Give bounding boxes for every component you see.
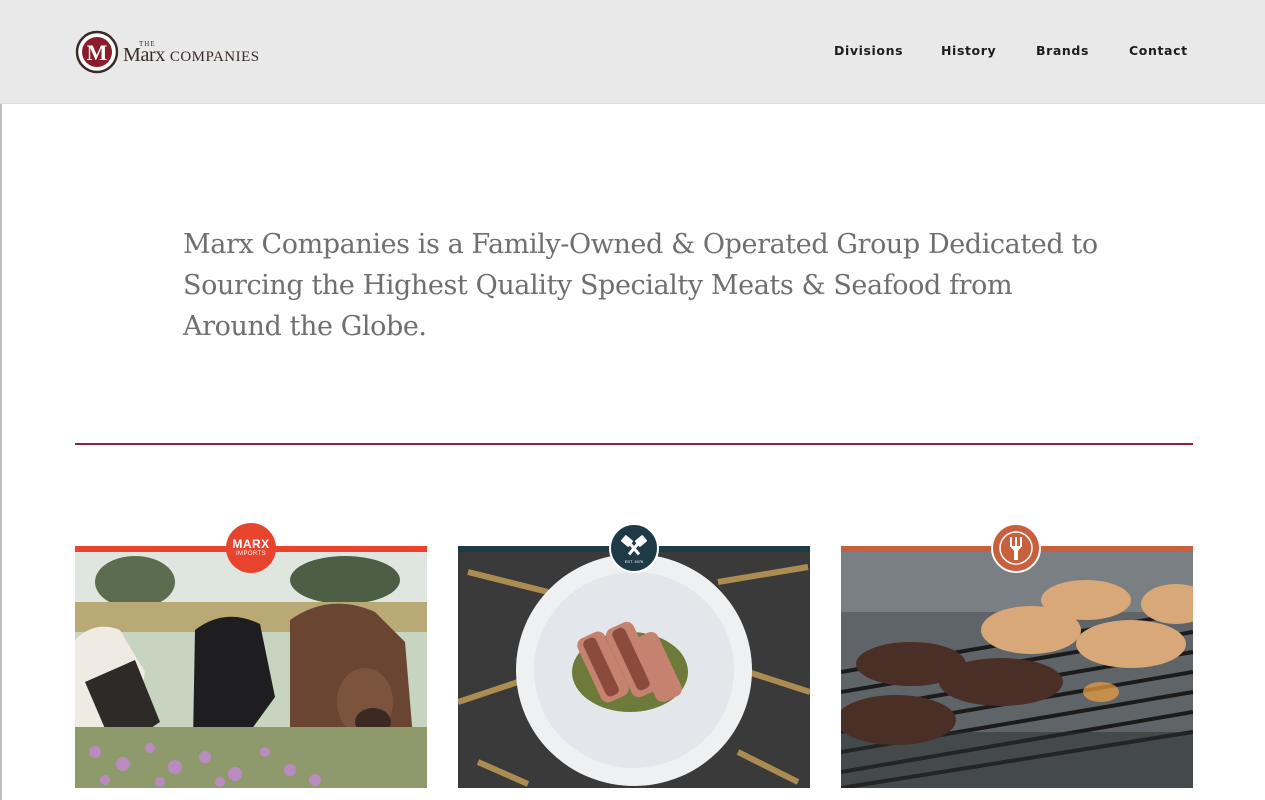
nav-contact[interactable]: Contact	[1129, 43, 1188, 58]
intro-statement: Marx Companies is a Family-Owned & Opera…	[183, 229, 1098, 342]
nav-history[interactable]: History	[941, 43, 996, 58]
grill-photo	[841, 552, 1193, 788]
nav-brands[interactable]: Brands	[1036, 43, 1089, 58]
crossed-cleavers-badge[interactable]: EST. 1976	[609, 523, 659, 573]
fork-badge[interactable]	[991, 523, 1041, 573]
cattle-photo	[75, 552, 427, 788]
division-card-marx-imports[interactable]	[75, 546, 427, 788]
plated-meat-photo	[458, 552, 810, 788]
division-card-restaurant[interactable]	[841, 546, 1193, 788]
fork-icon	[999, 531, 1033, 565]
main-nav: Divisions History Brands Contact	[0, 43, 1265, 63]
site-header: M THE Marx Companies Divisions History B…	[0, 0, 1265, 104]
nav-divisions[interactable]: Divisions	[834, 43, 903, 58]
division-card-butcher[interactable]	[458, 546, 810, 788]
marx-imports-badge[interactable]: MARX IMPORTS	[226, 523, 276, 573]
crossed-cleavers-icon: EST. 1976	[621, 535, 647, 564]
badge-marx-label: MARX	[232, 536, 270, 551]
svg-text:EST. 1976: EST. 1976	[625, 559, 644, 564]
badge-imports-label: IMPORTS	[235, 550, 267, 557]
section-divider	[75, 443, 1193, 445]
window-edge	[0, 0, 2, 800]
